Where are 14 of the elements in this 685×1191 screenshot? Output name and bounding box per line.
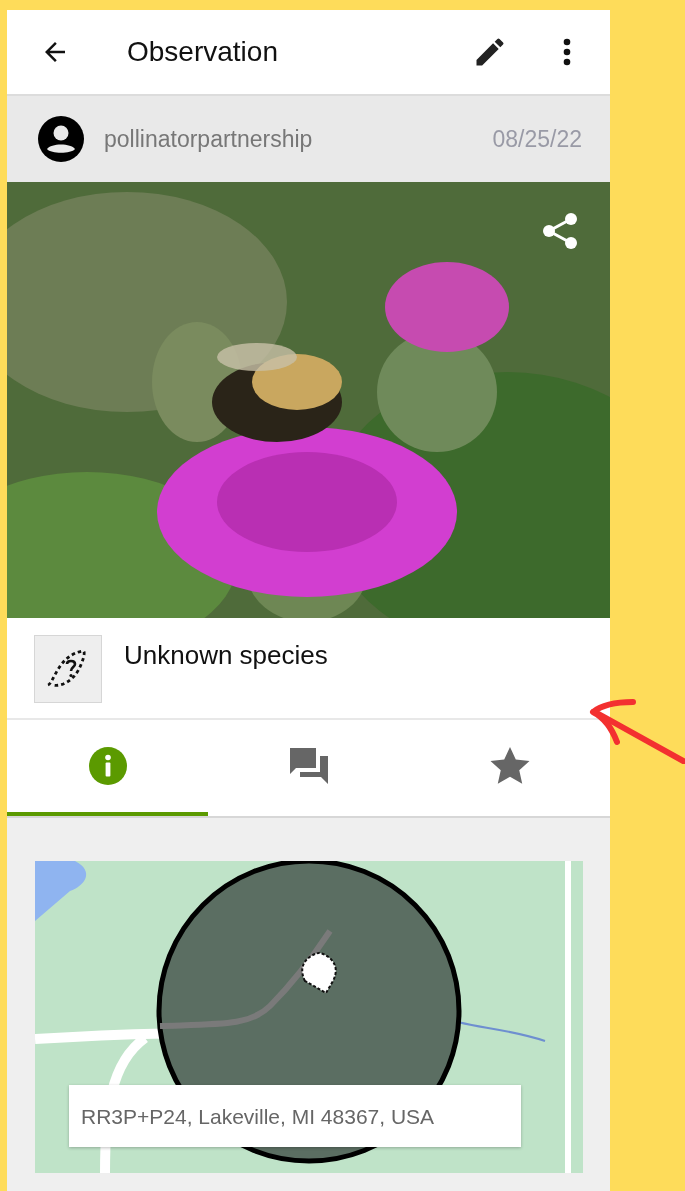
share-icon	[542, 212, 578, 250]
user-avatar-icon	[38, 116, 84, 162]
observation-date: 08/25/22	[492, 125, 582, 153]
info-icon	[87, 746, 128, 786]
screen-title: Observation	[127, 36, 279, 68]
username[interactable]: pollinatorpartnership	[104, 125, 493, 153]
more-vertical-icon	[562, 37, 572, 67]
address-label: RR3P+P24, Lakeville, MI 48367, USA	[69, 1085, 521, 1147]
share-button[interactable]	[542, 212, 578, 250]
star-icon	[489, 747, 530, 785]
taxon-name: Unknown species	[124, 640, 328, 671]
comments-icon	[287, 746, 330, 786]
taxon-row[interactable]: Unknown species	[7, 618, 610, 720]
unknown-species-icon	[34, 635, 102, 703]
